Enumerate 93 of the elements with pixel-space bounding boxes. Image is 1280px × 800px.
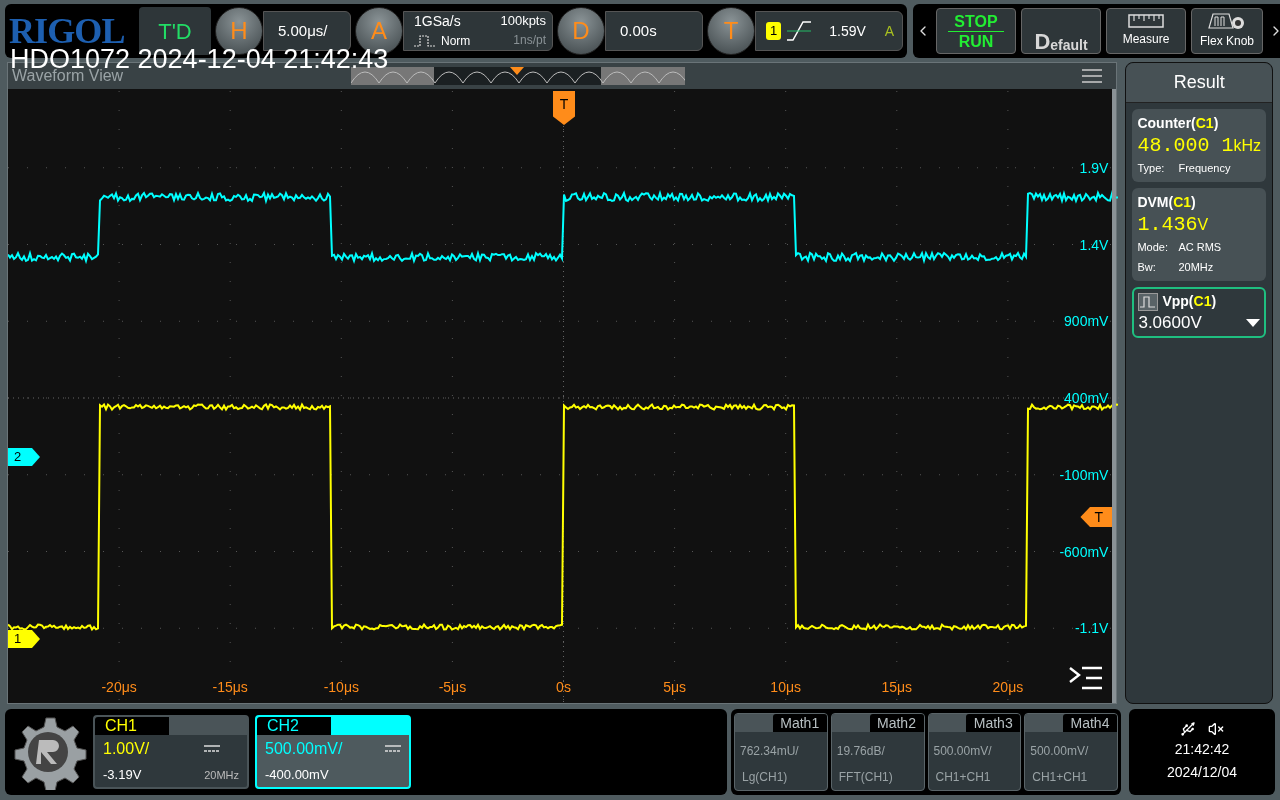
math-name: Math3 [966, 714, 1021, 732]
time-label: 10μs [770, 679, 801, 695]
math-scale: 762.34mU/ [739, 743, 800, 760]
voltage-label: 900mV [1064, 313, 1109, 330]
math-source: CH1+CH1 [1031, 769, 1089, 786]
measurement-unit: kHz [1233, 136, 1261, 156]
measurement-value: 1.436 [1137, 213, 1198, 237]
detail-value: 20MHz [1178, 260, 1214, 275]
ruler-icon [1128, 14, 1164, 28]
measurement-value: 48.000 1 [1137, 134, 1234, 158]
math-source: Lg(CH1) [741, 769, 789, 786]
trigger-sweep: A [884, 21, 894, 41]
measurement-value: 3.0600V [1138, 312, 1202, 334]
detail-label: Mode: [1137, 240, 1169, 255]
trigger-source: 1 [766, 22, 782, 40]
channel-marker[interactable]: 2 [8, 448, 40, 466]
panel-title: Result [1126, 63, 1272, 103]
channel-card[interactable]: CH2 500.00mV/ -400.00mV [255, 715, 411, 789]
math-source: FFT(CH1) [837, 769, 894, 786]
acquire-panel[interactable]: 1GSa/s 100kpts Norm 1ns/pt [403, 11, 553, 51]
measurement-card[interactable]: Vpp(C1) 3.0600V [1132, 287, 1266, 338]
knob-icon [1207, 12, 1247, 30]
math-card[interactable]: Math2 19.76dB/ FFT(CH1) [830, 713, 925, 791]
math-name: Math1 [772, 714, 827, 732]
measurement-name: Vpp(C1) [1162, 292, 1217, 311]
delay-value[interactable]: 0.00s [605, 11, 703, 51]
voltage-label: 1.9V [1079, 159, 1109, 176]
trigger-position-marker[interactable]: T [553, 91, 575, 125]
clock-date: 2024/12/04 [1166, 763, 1238, 782]
measurement-name: DVM(C1) [1137, 193, 1197, 212]
rising-edge-icon [785, 20, 814, 42]
time-label: -20μs [101, 679, 137, 695]
channel-name: CH1 [95, 717, 169, 735]
measurement-card[interactable]: Counter(C1) 48.000 1kHz Type: Frequency [1132, 109, 1266, 182]
math-name: Math2 [869, 714, 924, 732]
detail-label: Type: [1137, 161, 1166, 176]
stop-run-button[interactable]: STOP RUN [936, 8, 1016, 54]
flex-knob-button[interactable]: Flex Knob [1191, 8, 1263, 54]
trigger-panel[interactable]: 1 1.59V A [755, 11, 903, 51]
detail-value: AC RMS [1178, 240, 1222, 255]
pulse-icon [414, 33, 438, 48]
math-name: Math4 [1063, 714, 1117, 732]
clock-time: 21:42:42 [1174, 740, 1230, 759]
dropdown-icon[interactable] [1246, 319, 1260, 327]
time-label: 20μs [992, 679, 1024, 695]
measure-button[interactable]: Measure [1106, 8, 1186, 54]
channel-card[interactable]: CH1 1.00V/ -3.19V 20MHz [93, 715, 249, 789]
menu-icon[interactable] [1082, 69, 1103, 83]
voltage-label: 400mV [1064, 390, 1109, 406]
math-scale: 500.00mV/ [1029, 743, 1090, 760]
sample-rate: 1GSa/s [414, 12, 462, 31]
square-wave-icon [1138, 292, 1159, 311]
default-button[interactable]: Default [1021, 8, 1101, 54]
dc-coupling-icon [204, 745, 221, 754]
voltage-label: -1.1V [1074, 620, 1109, 637]
dc-coupling-icon [385, 745, 401, 754]
time-label: 0s [556, 679, 571, 695]
math-scale: 500.00mV/ [932, 743, 993, 760]
vertical-scale: 500.00mV/ [265, 739, 344, 760]
resolution: 1ns/pt [512, 32, 546, 49]
usb-icon [1180, 721, 1196, 737]
math-card[interactable]: Math3 500.00mV/ CH1+CH1 [927, 713, 1022, 791]
time-label: 5μs [663, 679, 686, 695]
trigger-level-marker[interactable]: T [1080, 507, 1113, 527]
voltage-label: 1.4V [1079, 236, 1109, 253]
detail-value: Frequency [1178, 161, 1231, 176]
time-label: -15μs [212, 679, 248, 695]
trigger-level: 1.59V [829, 21, 866, 41]
voltage-label: -100mV [1059, 466, 1109, 483]
math-card[interactable]: Math1 762.34mU/ Lg(CH1) [734, 713, 828, 791]
time-label: -5μs [438, 679, 467, 695]
time-label: 15μs [881, 679, 913, 695]
vertical-offset: -400.00mV [265, 766, 330, 785]
math-card[interactable]: Math4 500.00mV/ CH1+CH1 [1024, 713, 1118, 791]
memory-depth: 100kpts [499, 12, 546, 30]
speaker-muted-icon[interactable] [1208, 721, 1224, 737]
measurement-card[interactable]: DVM(C1) 1.436V Mode: AC RMS Bw: 20MHz [1132, 188, 1266, 281]
vertical-scale: 1.00V/ [103, 739, 151, 760]
acquire-mode: Norm [441, 32, 471, 50]
math-scale: 19.76dB/ [835, 743, 886, 760]
measurement-unit: V [1197, 215, 1209, 235]
brand-logo: RIGOL [9, 13, 125, 49]
waveform-overview[interactable] [351, 67, 686, 85]
math-source: CH1+CH1 [934, 769, 992, 786]
channel-name: CH2 [257, 717, 331, 735]
bandwidth-limit: 20MHz [204, 767, 239, 783]
vertical-offset: -3.19V [103, 766, 143, 785]
time-label: -10μs [323, 679, 359, 695]
channel-marker[interactable]: 1 [8, 630, 40, 648]
measurement-name: Counter(C1) [1137, 114, 1220, 133]
voltage-label: -600mV [1059, 543, 1109, 560]
collapse-menu-icon[interactable] [1068, 666, 1105, 690]
detail-label: Bw: [1137, 260, 1157, 275]
